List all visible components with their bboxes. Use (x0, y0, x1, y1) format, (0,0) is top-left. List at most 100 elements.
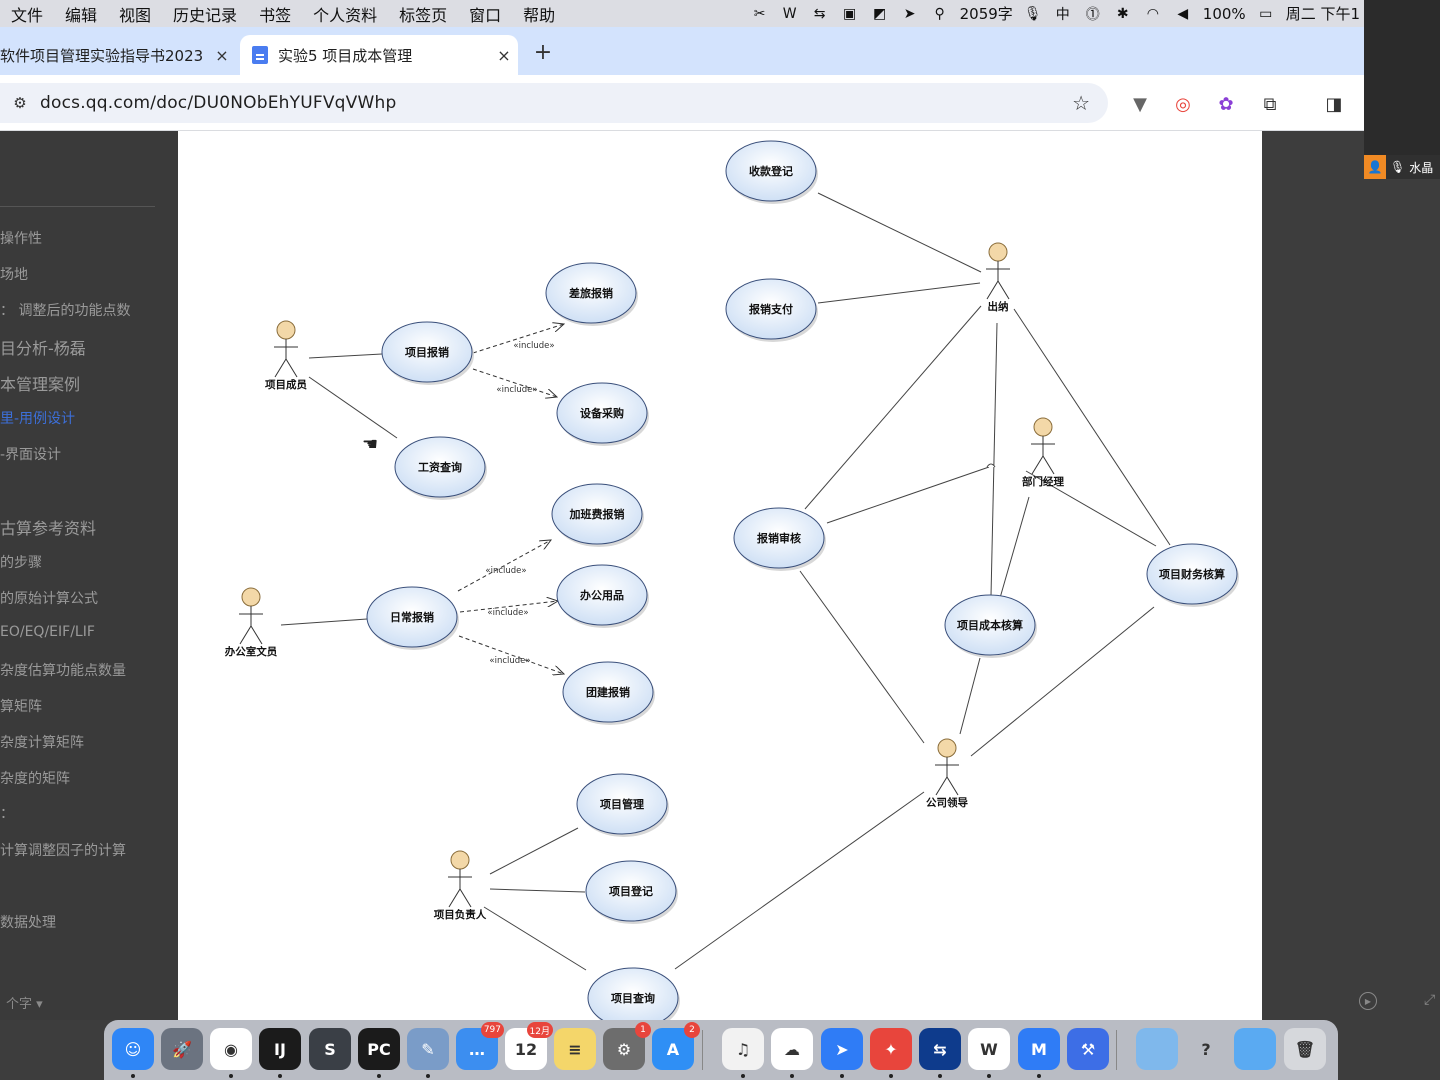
finder-icon[interactable]: ☺ (112, 1028, 154, 1078)
xcode-icon[interactable]: ⚒ (1067, 1028, 1109, 1070)
brain-extension-icon[interactable]: ✿ (1214, 92, 1238, 116)
teamviewer-icon[interactable]: ⇆ (919, 1028, 961, 1078)
wps-icon[interactable]: W (780, 5, 800, 23)
site-settings-icon[interactable]: ⚙ (0, 94, 40, 112)
outline-item[interactable]: 数据处理 (0, 912, 56, 932)
menu-item[interactable]: 帮助 (512, 2, 566, 26)
app-store-icon[interactable]: A2 (652, 1022, 700, 1070)
outline-item[interactable]: ： 调整后的功能点数 (0, 300, 130, 320)
wps-icon[interactable]: W (968, 1028, 1010, 1078)
teamviewer-icon[interactable]: ⇆ (810, 5, 830, 23)
calendar-icon[interactable]: 12 12月 (505, 1022, 553, 1070)
actor-leader[interactable]: 公司领导 (926, 738, 968, 809)
feishu-icon[interactable]: ➤ (821, 1028, 863, 1078)
docker-icon[interactable]: ▣ (840, 5, 860, 23)
menu-item[interactable]: 书签 (248, 2, 302, 26)
actor-pm[interactable]: 项目负责人 (434, 850, 487, 921)
new-tab-button[interactable]: + (528, 37, 558, 67)
outline-item[interactable]: 杂度计算矩阵 (0, 732, 84, 752)
url-text[interactable]: docs.qq.com/doc/DU0NObEhYUFVqVWhp (40, 93, 396, 113)
capture-icon[interactable]: ◩ (870, 5, 890, 23)
actor-deptmgr[interactable]: 部门经理 (1022, 417, 1064, 488)
outline-item[interactable]: 场地 (0, 264, 28, 284)
outline-item[interactable]: ： (0, 803, 14, 823)
mic-icon[interactable]: 🎙 (1390, 160, 1405, 174)
outline-item[interactable]: -界面设计 (0, 444, 61, 464)
menu-item[interactable]: 标签页 (388, 2, 458, 26)
use-case-proj_mgmt[interactable]: 项目管理 (576, 773, 669, 837)
actor-clerk[interactable]: 办公室文员 (225, 587, 278, 658)
use-case-salary[interactable]: 工资查询 (394, 436, 487, 500)
use-case-team[interactable]: 团建报销 (562, 661, 655, 725)
meeting-video-tile[interactable] (1364, 0, 1440, 155)
clock[interactable]: 周二 下午1 (1286, 3, 1360, 24)
chrome-icon[interactable]: ◉ (210, 1028, 252, 1078)
outline-item[interactable]: EO/EQ/EIF/LIF (0, 624, 95, 640)
trash-icon[interactable]: 🗑 (1284, 1028, 1326, 1070)
address-bar[interactable]: ⚙ docs.qq.com/doc/DU0NObEhYUFVqVWhp ☆ (0, 83, 1108, 123)
accessibility-icon[interactable]: ⓵ (1083, 5, 1103, 23)
outline-item[interactable]: 里-用例设计 (0, 408, 75, 428)
expand-icon[interactable]: ⤢ (1424, 992, 1435, 1008)
arrow-app-icon[interactable]: ➤ (900, 5, 920, 23)
menu-item[interactable]: 个人资料 (302, 2, 388, 26)
music-icon[interactable]: ♫ (722, 1028, 764, 1078)
menu-item[interactable]: 编辑 (54, 2, 108, 26)
use-case-overtime[interactable]: 加班费报销 (551, 483, 644, 547)
bookmark-star-icon[interactable]: ☆ (1072, 91, 1090, 115)
actor-member[interactable]: 项目成员 (265, 320, 307, 391)
help-icon[interactable]: ? (1185, 1028, 1227, 1070)
outline-item[interactable]: 本管理案例 (0, 371, 80, 395)
acrobat-icon[interactable]: ✦ (870, 1028, 912, 1078)
baidu-netdisk-icon[interactable]: ☁ (771, 1028, 813, 1078)
word-count-status[interactable]: 2059字 (960, 3, 1013, 24)
outline-item[interactable]: 的原始计算公式 (0, 588, 98, 608)
scissors-icon[interactable]: ✂ (750, 5, 770, 23)
launchpad-icon[interactable]: 🚀 (161, 1028, 203, 1070)
mic-icon[interactable]: 🎙 (1023, 5, 1043, 23)
extensions-puzzle-icon[interactable]: ⧉ (1258, 92, 1282, 116)
use-case-proj_reg[interactable]: 项目登记 (585, 860, 678, 924)
actor-cashier[interactable]: 出纳 (986, 242, 1010, 313)
use-case-equip[interactable]: 设备采购 (556, 382, 649, 446)
word-count-toggle[interactable]: 个字 ▾ (6, 993, 43, 1012)
tab-guidebook[interactable]: 软件项目管理实验指导书2023 × (0, 35, 236, 75)
use-case-proj_reimb[interactable]: 项目报销 (381, 321, 474, 385)
battery-icon[interactable]: ▭ (1256, 5, 1276, 23)
document-canvas[interactable]: «include» «include» «include» «include» «inc… (178, 131, 1262, 1020)
system-settings-icon[interactable]: ⚙ 1 (603, 1022, 651, 1070)
volume-icon[interactable]: ◀ (1173, 5, 1193, 23)
outline-item[interactable]: 操作性 (0, 228, 42, 248)
close-icon[interactable]: × (490, 46, 518, 65)
menu-item[interactable]: 窗口 (458, 2, 512, 26)
messages-icon[interactable]: … 797 (456, 1022, 504, 1070)
use-case-collect[interactable]: 收款登记 (725, 140, 818, 204)
bluetooth-icon[interactable]: ✱ (1113, 5, 1133, 23)
close-icon[interactable]: × (208, 46, 236, 65)
wifi-icon[interactable]: ◠ (1143, 5, 1163, 23)
outline-item[interactable]: 目分析-杨磊 (0, 335, 86, 359)
use-case-cost_check[interactable]: 项目成本核算 (944, 594, 1037, 658)
tencent-meeting-icon[interactable]: M (1018, 1028, 1060, 1078)
outline-item[interactable]: 算矩阵 (0, 696, 42, 716)
vimium-icon[interactable]: ▼ (1128, 92, 1152, 116)
use-case-audit[interactable]: 报销审核 (733, 507, 826, 571)
notes-icon[interactable]: ≡ (554, 1028, 596, 1070)
use-case-pay[interactable]: 报销支付 (725, 278, 818, 342)
outline-item[interactable]: 杂度估算功能点数量 (0, 660, 126, 680)
pycharm-icon[interactable]: PC (358, 1028, 400, 1078)
use-case-travel[interactable]: 差旅报销 (545, 262, 638, 326)
use-case-office[interactable]: 办公用品 (556, 564, 649, 628)
outline-item[interactable]: 杂度的矩阵 (0, 768, 70, 788)
input-method-icon[interactable]: 中 (1053, 5, 1073, 23)
folder-a-icon[interactable] (1136, 1028, 1178, 1070)
tab-experiment5[interactable]: 实验5 项目成本管理 × (240, 35, 518, 75)
sublime-icon[interactable]: S (309, 1028, 351, 1070)
outline-item[interactable]: 计算调整因子的计算 (0, 840, 126, 860)
preview-icon[interactable]: ✎ (407, 1028, 449, 1078)
battery-percent[interactable]: 100% (1203, 5, 1246, 23)
use-case-daily[interactable]: 日常报销 (366, 586, 459, 650)
menu-item[interactable]: 视图 (108, 2, 162, 26)
side-panel-icon[interactable]: ◨ (1322, 92, 1346, 116)
menu-item[interactable]: 文件 (0, 2, 54, 26)
